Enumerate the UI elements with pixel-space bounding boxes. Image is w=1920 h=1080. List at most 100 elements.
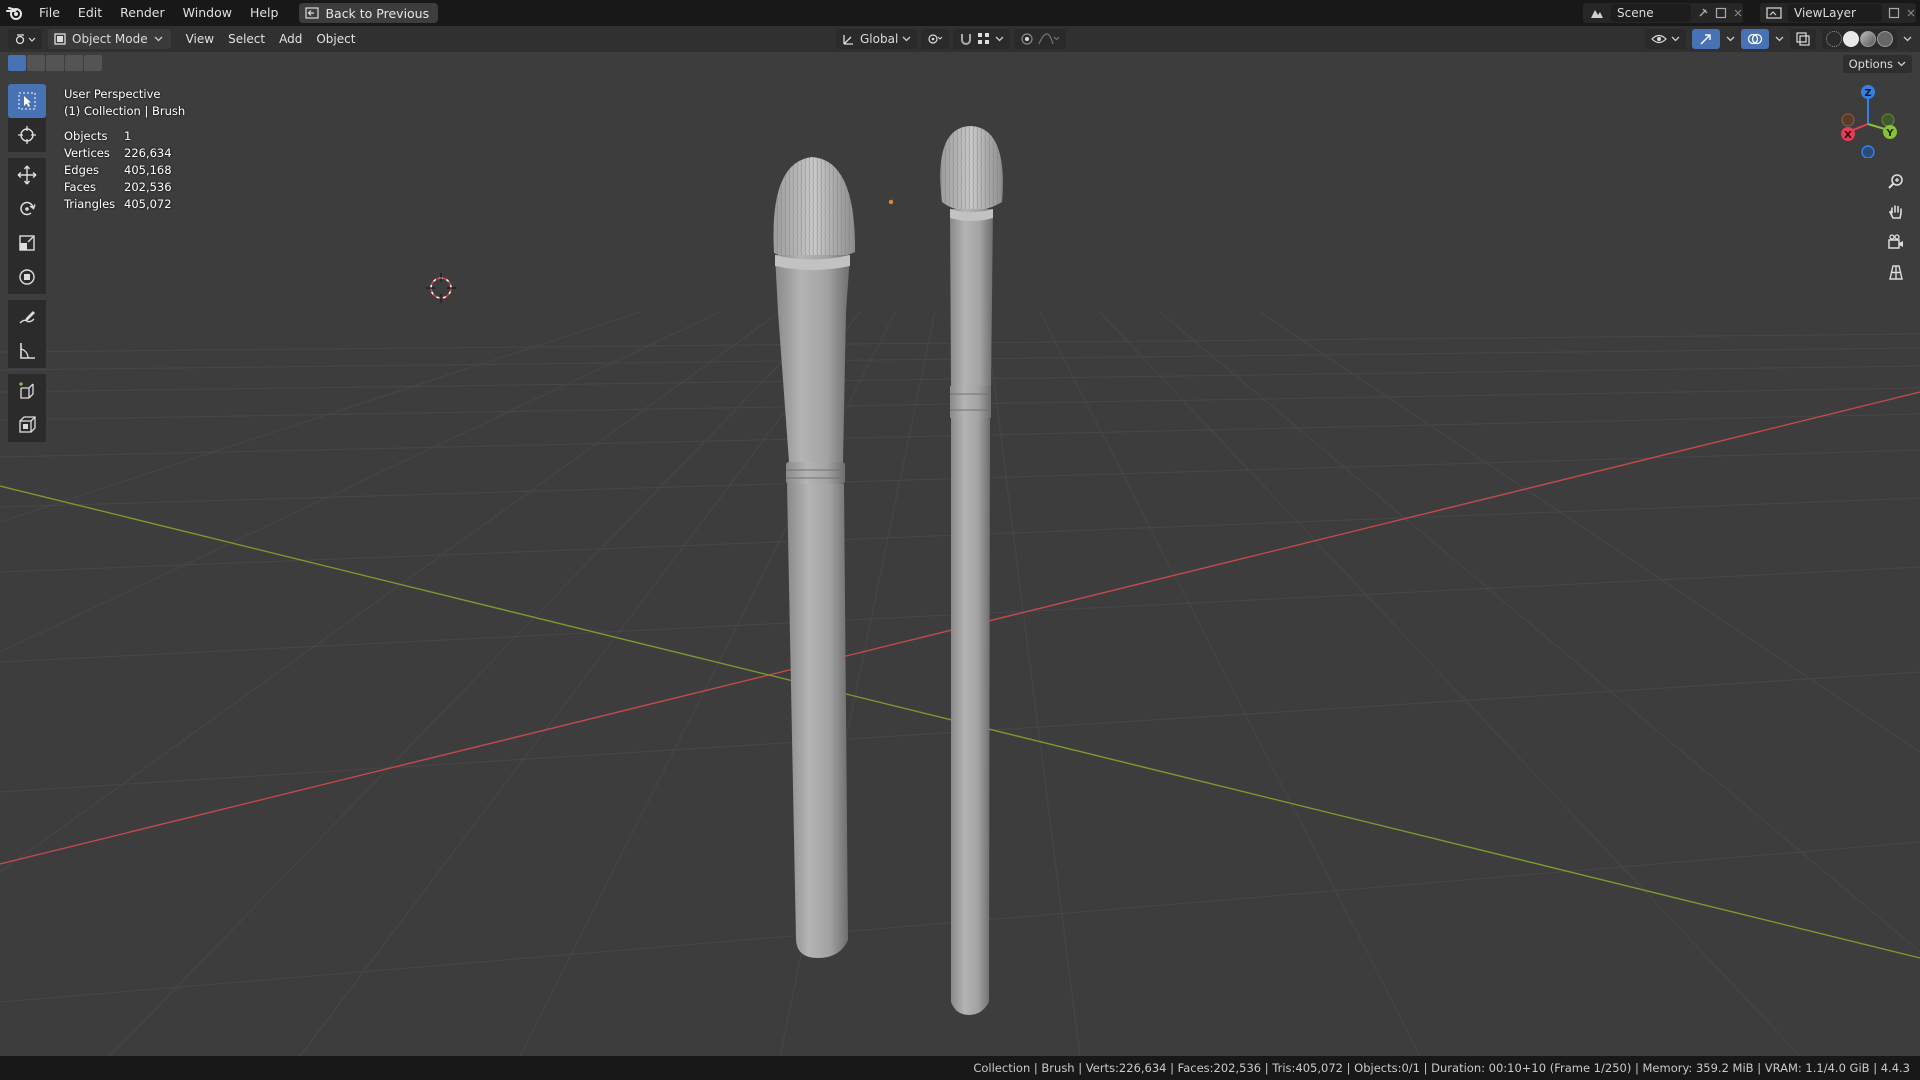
menu-help[interactable]: Help — [241, 0, 288, 26]
xray-toggle[interactable] — [1790, 29, 1816, 49]
rendered-shading-button[interactable] — [1877, 31, 1893, 47]
new-view-layer-icon[interactable] — [1888, 7, 1900, 19]
view-layer-name[interactable]: ViewLayer — [1794, 6, 1856, 20]
move-icon — [17, 165, 37, 185]
proportional-edit-icon — [1021, 33, 1033, 45]
overlays-icon — [1747, 33, 1763, 45]
snap-grid-icon — [978, 33, 990, 44]
orthographic-toggle-button[interactable] — [1882, 260, 1910, 284]
menu-select[interactable]: Select — [221, 29, 272, 49]
material-preview-button[interactable] — [1860, 31, 1876, 47]
annotate-tool[interactable] — [8, 300, 46, 334]
blender-logo-icon[interactable] — [0, 0, 30, 26]
menu-add[interactable]: Add — [272, 29, 309, 49]
options-dropdown[interactable]: Options — [1842, 55, 1912, 73]
stat-label: Edges — [64, 163, 99, 177]
scene-name[interactable]: Scene — [1617, 6, 1654, 20]
menu-file[interactable]: File — [30, 0, 69, 26]
visibility-dropdown[interactable] — [1645, 29, 1686, 49]
scale-tool[interactable] — [8, 226, 46, 260]
back-to-previous-label: Back to Previous — [325, 5, 430, 21]
menu-edit[interactable]: Edit — [69, 0, 111, 26]
status-bar: Collection | Brush | Verts:226,634 | Fac… — [0, 1056, 1920, 1080]
viewport-info-overlay: User Perspective (1) Collection | Brush … — [64, 86, 185, 213]
delete-scene-icon[interactable] — [1733, 8, 1743, 18]
scene-icon — [1591, 10, 1603, 18]
menu-object[interactable]: Object — [309, 29, 362, 49]
orientation-icon — [843, 35, 853, 45]
measure-tool[interactable] — [8, 334, 46, 368]
back-icon — [305, 7, 320, 19]
menu-window[interactable]: Window — [174, 0, 241, 26]
editor-type-button[interactable] — [8, 29, 42, 49]
proportional-editing-toggle[interactable] — [1014, 29, 1067, 49]
add-cube-tool[interactable] — [8, 374, 46, 408]
chevron-down-icon — [154, 36, 163, 42]
scene-selector[interactable]: Scene — [1583, 3, 1743, 23]
pan-button[interactable] — [1882, 200, 1910, 224]
3d-cursor-icon[interactable] — [426, 273, 456, 303]
viewport-header: Object Mode View Select Add Object Globa… — [0, 26, 1920, 52]
pivot-point-dropdown[interactable] — [921, 29, 950, 49]
menu-view[interactable]: View — [179, 29, 221, 49]
chevron-down-icon[interactable] — [1903, 36, 1912, 42]
camera-view-button[interactable] — [1882, 230, 1910, 254]
3d-viewport[interactable]: Options User Perspective (1) Collection … — [0, 52, 1920, 1056]
scene-statistics: Objects 1 Vertices 226,634 Edges 405,168 Fa… — [64, 128, 185, 213]
stat-row: Triangles 405,072 — [64, 196, 185, 213]
grid-icon — [1889, 265, 1903, 280]
tool-shelf — [8, 84, 46, 442]
chevron-down-icon — [995, 36, 1004, 42]
transform-tools: Global — [836, 29, 1067, 49]
shading-mode-group — [1822, 29, 1897, 49]
select-box-tool[interactable] — [8, 84, 46, 118]
object-mode-icon — [54, 33, 66, 45]
cursor-tool[interactable] — [8, 118, 46, 152]
snap-toggle[interactable] — [953, 29, 1011, 49]
gizmo-z-label: Z — [1864, 88, 1871, 99]
new-scene-icon[interactable] — [1715, 7, 1727, 19]
transform-tool[interactable] — [8, 260, 46, 294]
transform-orientation-dropdown[interactable]: Global — [836, 29, 918, 49]
rotate-tool[interactable] — [8, 192, 46, 226]
chevron-down-icon — [1897, 61, 1906, 67]
object-mode-dropdown[interactable]: Object Mode — [48, 29, 171, 49]
falloff-icon — [1038, 33, 1060, 45]
pin-icon[interactable] — [1697, 7, 1709, 19]
transform-icon — [19, 269, 35, 285]
select-invert-mode-button[interactable] — [65, 55, 83, 71]
navigation-gizmo[interactable]: Z X Y — [1832, 82, 1908, 158]
delete-view-layer-icon[interactable] — [1906, 8, 1916, 18]
chevron-down-icon[interactable] — [1775, 36, 1784, 42]
chevron-down-icon — [902, 36, 911, 42]
menu-render[interactable]: Render — [111, 0, 174, 26]
select-new-mode-button[interactable] — [8, 55, 26, 71]
wireframe-shading-button[interactable] — [1826, 31, 1842, 47]
add-cube-icon — [19, 382, 34, 399]
view-layer-selector[interactable]: ViewLayer — [1760, 3, 1916, 23]
object-origin-dot — [888, 199, 894, 205]
back-to-previous-button[interactable]: Back to Previous — [299, 3, 439, 23]
view-layer-icon — [1766, 7, 1782, 19]
move-tool[interactable] — [8, 158, 46, 192]
select-extend-mode-button[interactable] — [27, 55, 45, 71]
gizmo-y-label: Y — [1885, 128, 1894, 139]
select-subtract-mode-button[interactable] — [46, 55, 64, 71]
brush-model-large[interactable] — [773, 157, 856, 958]
gizmo-y-axis[interactable]: Y — [1883, 125, 1897, 139]
stat-value: 405,072 — [124, 197, 172, 211]
gizmo-x-axis[interactable]: X — [1841, 127, 1855, 141]
status-bar-info: Collection | Brush | Verts:226,634 | Fac… — [973, 1061, 1910, 1075]
gizmo-z-axis[interactable]: Z — [1861, 85, 1875, 99]
zoom-button[interactable] — [1882, 170, 1910, 194]
solid-shading-button[interactable] — [1843, 31, 1859, 47]
overlays-toggle[interactable] — [1741, 29, 1769, 49]
xray-icon — [1796, 32, 1810, 46]
brush-model-small[interactable] — [940, 126, 1003, 1015]
chevron-down-icon[interactable] — [1726, 36, 1735, 42]
select-intersect-mode-button[interactable] — [84, 55, 102, 71]
annotate-pencil-icon — [19, 311, 35, 324]
rotate-icon — [20, 201, 36, 216]
add-object-tool[interactable] — [8, 408, 46, 442]
gizmo-toggle[interactable] — [1692, 29, 1720, 49]
